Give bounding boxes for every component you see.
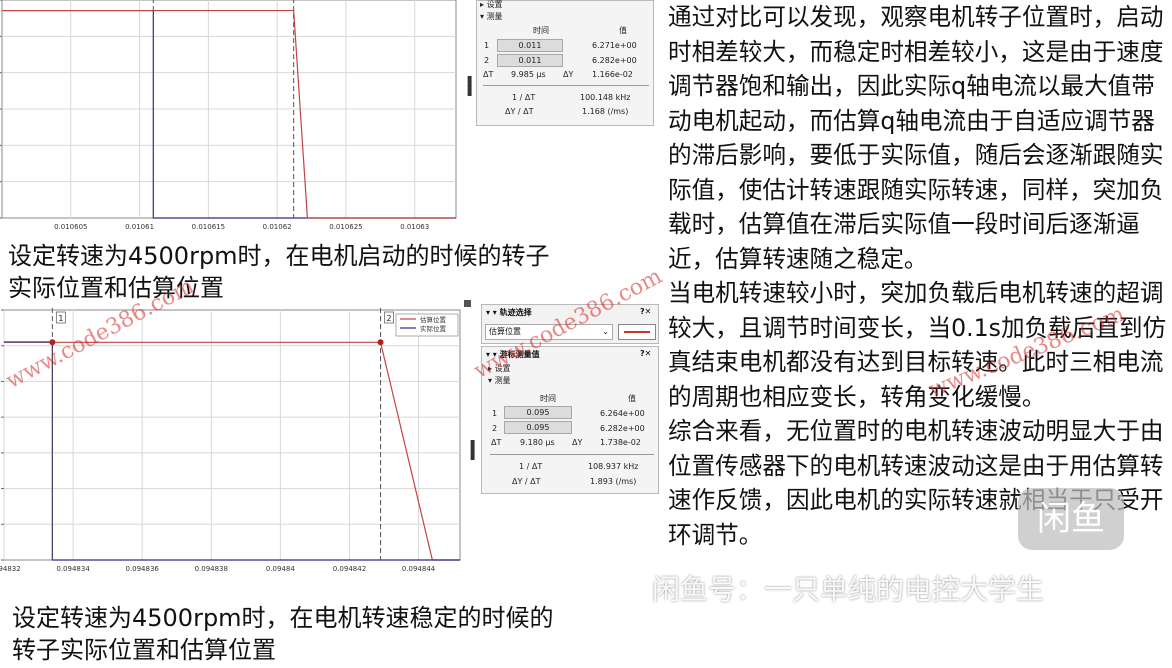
slope-label: ΔY / ΔT <box>512 477 541 486</box>
x-tick-label: 0.094834 <box>56 565 90 573</box>
bottom-caption-line-2: 转子实际位置和估算位置 <box>12 636 276 664</box>
col-time-header: 时间 <box>540 394 556 403</box>
bottom-caption: 设定转速为4500rpm时，在电机转速稳定的时候的 转子实际位置和估算位置 <box>12 602 662 666</box>
slope-label: ΔY / ΔT <box>505 107 534 116</box>
cursor-1-id: 1 <box>492 409 498 418</box>
col-value-header: 值 <box>619 26 627 35</box>
bottom-caption-line-1: 设定转速为4500rpm时，在电机转速稳定的时候的 <box>12 604 554 632</box>
slope-value: 1.893 (/ms) <box>590 477 637 486</box>
cursor-panel-title: ▾ ▾ 游标测量值 <box>486 350 540 359</box>
top-chart-plot: 0.010605 0.01061 0.010615 0.01062 0.010625 0.… <box>0 0 457 231</box>
cursor-2-time[interactable]: 0.095 <box>504 421 572 434</box>
inv-dt-label: 1 / ΔT <box>519 462 543 471</box>
x-tick-label: 0.094842 <box>333 565 366 573</box>
cursor-2-time[interactable]: 0.011 <box>497 54 563 67</box>
top-chart: 0.010605 0.01061 0.010615 0.01062 0.010625 0.… <box>0 0 462 238</box>
x-tick-label: 0.010605 <box>54 223 87 231</box>
top-section-settings[interactable]: ▸ 设置 <box>480 0 503 10</box>
slope-value: 1.168 (/ms) <box>582 107 629 116</box>
drag-handle-icon[interactable]: ▪ ▪ ▪ ▪ ▪ <box>467 74 472 98</box>
section-measure-label: 测量 <box>494 376 511 385</box>
delta-t-label: ΔT <box>483 70 494 79</box>
app-watermark-text: 闲鱼号：一只单纯的电控大学生 <box>652 573 1045 606</box>
trace-select-panel: ▾ ▾ 轨迹选择 ?✕ 估算位置 ⌄ <box>481 304 659 344</box>
delta-t-value: 9.985 µs <box>511 70 546 79</box>
divider <box>483 85 649 86</box>
top-section-measure[interactable]: ▾ 测量 <box>480 11 503 22</box>
delta-t-label: ΔT <box>491 438 502 447</box>
cursor-1-value: 6.264e+00 <box>600 409 645 418</box>
cursor-panel-close-icon[interactable]: ?✕ <box>640 349 651 358</box>
section-measure-label: 测量 <box>486 12 503 21</box>
x-tick-label: 0.094838 <box>195 565 228 573</box>
chevron-down-icon: ⌄ <box>602 327 609 336</box>
cursor-panel-title-text: 游标测量值 <box>499 350 540 359</box>
delta-y-label: ΔY <box>572 438 583 447</box>
delta-y-value: 1.166e-02 <box>592 70 633 79</box>
cursor-1-value: 6.271e+00 <box>592 41 637 50</box>
x-tick-label: 0.094836 <box>125 565 159 573</box>
col-time-header: 时间 <box>533 26 549 35</box>
col-value-header: 值 <box>628 394 636 403</box>
bottom-chart-plot: 0.094832 0.094834 0.094836 0.094838 0.09484 0… <box>0 308 461 573</box>
bottom-section-settings[interactable]: ▸ 设置 <box>488 363 511 374</box>
cursor-1-time[interactable]: 0.095 <box>504 406 572 419</box>
cursor-2-value: 6.282e+00 <box>592 56 637 65</box>
section-settings-label: 设置 <box>486 0 503 9</box>
divider <box>490 454 654 455</box>
inv-dt-value: 108.937 kHz <box>588 462 639 471</box>
delta-y-label: ΔY <box>563 70 574 79</box>
bottom-cursor-panel: ▾ ▾ 游标测量值 ?✕ ▸ 设置 ▾ 测量 时间 值 1 0.095 6.26… <box>481 346 659 494</box>
inv-dt-label: 1 / ΔT <box>512 93 536 102</box>
trace-panel-title-text: 轨迹选择 <box>499 308 532 317</box>
cursor-point-2 <box>377 339 384 346</box>
cursor-1-id: 1 <box>484 41 490 50</box>
bottom-section-measure[interactable]: ▾ 测量 <box>488 375 511 386</box>
cursor-point-1 <box>49 339 56 346</box>
trace-select-dropdown[interactable]: 估算位置 ⌄ <box>485 324 613 340</box>
x-tick-label: 0.01061 <box>125 223 154 231</box>
section-settings-label: 设置 <box>494 364 511 373</box>
legend-label: 实际位置 <box>420 324 447 333</box>
plot-area <box>3 309 461 561</box>
x-tick-label: 0.09484 <box>266 565 295 573</box>
app-logo-watermark: 闲鱼 <box>1018 488 1124 550</box>
x-tick-label: 0.094832 <box>0 565 21 573</box>
trace-panel-title: ▾ ▾ 轨迹选择 <box>486 308 532 317</box>
x-tick-label: 0.010625 <box>329 223 362 231</box>
inv-dt-value: 100.148 kHz <box>580 93 631 102</box>
top-caption-line-1: 设定转速为4500rpm时，在电机启动的时候的转子 <box>8 242 550 270</box>
cursor-flag-2-label: 2 <box>386 314 391 323</box>
cursor-2-id: 2 <box>492 424 498 433</box>
x-tick-label: 0.010615 <box>192 223 225 231</box>
paragraph-1: 通过对比可以发现，观察电机转子位置时，启动时相差较大，而稳定时相差较小，这是由于… <box>668 3 1164 273</box>
trace-color-swatch[interactable] <box>618 324 656 340</box>
delta-y-value: 1.738e-02 <box>600 438 641 447</box>
top-caption-line-2: 实际位置和估算位置 <box>8 274 224 302</box>
x-tick-label: 0.094844 <box>402 565 436 573</box>
x-tick-label: 0.01063 <box>400 223 429 231</box>
cursor-2-value: 6.282e+00 <box>600 424 645 433</box>
top-cursor-panel: ▸ 设置 ▾ 测量 时间 值 1 0.011 6.271e+00 2 0.011… <box>476 0 654 126</box>
bottom-chart: 0.094832 0.094834 0.094836 0.094838 0.09484 0… <box>0 308 466 608</box>
delta-t-value: 9.180 µs <box>520 438 555 447</box>
legend-label: 估算位置 <box>420 315 447 324</box>
drag-handle-icon[interactable]: ▪ ▪ ▪ ▪ ▪ <box>470 438 475 462</box>
trace-panel-close-icon[interactable]: ?✕ <box>640 307 651 316</box>
paragraph-2: 当电机转速较小时，突加负载后电机转速的超调较大，且调节时间变长，当0.1s加负载… <box>668 279 1167 411</box>
cursor-2-id: 2 <box>484 56 490 65</box>
analysis-text: 通过对比可以发现，观察电机转子位置时，启动时相差较大，而稳定时相差较小，这是由于… <box>668 0 1172 552</box>
top-caption: 设定转速为4500rpm时，在电机启动的时候的转子 实际位置和估算位置 <box>8 240 658 304</box>
x-tick-label: 0.01062 <box>263 223 292 231</box>
cursor-flag-1-label: 1 <box>58 314 63 323</box>
cursor-1-time[interactable]: 0.011 <box>497 39 563 52</box>
trace-select-value: 估算位置 <box>489 327 521 336</box>
